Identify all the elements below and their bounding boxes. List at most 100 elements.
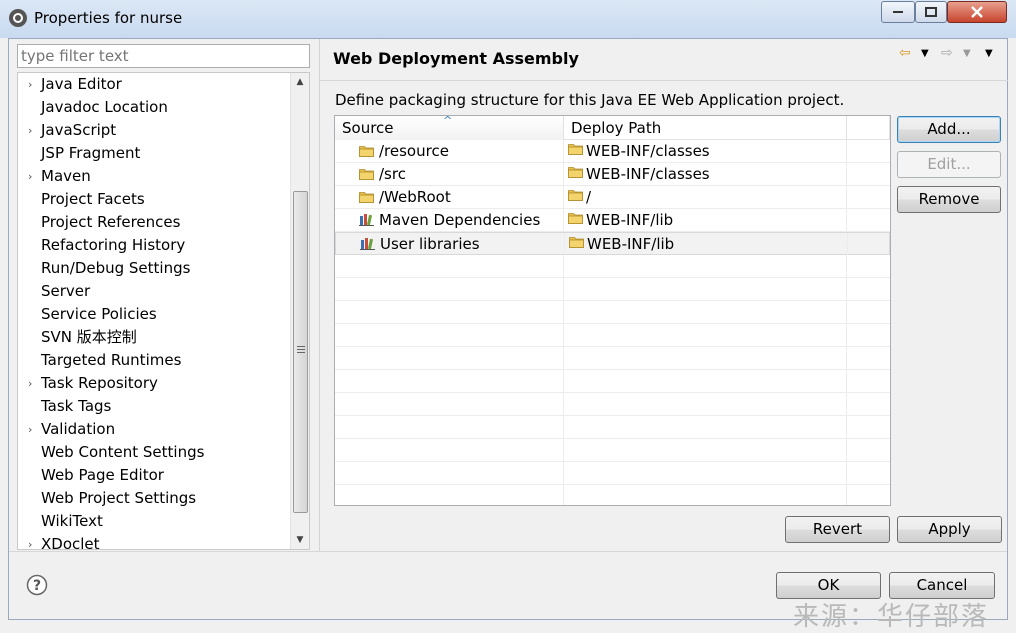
tree-item[interactable]: Web Content Settings: [18, 441, 309, 464]
column-header-filler: [847, 116, 890, 140]
empty-cell: [335, 485, 564, 505]
source-cell: Maven Dependencies: [335, 209, 564, 231]
empty-cell: [335, 439, 564, 461]
empty-cell: [564, 393, 847, 415]
library-icon: [360, 238, 375, 250]
empty-cell: [564, 301, 847, 323]
back-menu-chevron-icon[interactable]: ▼: [921, 48, 929, 59]
scroll-thumb[interactable]: [293, 191, 308, 513]
tree-item[interactable]: SVN 版本控制: [18, 326, 309, 349]
tree-item[interactable]: › Task Repository: [18, 372, 309, 395]
table-row[interactable]: /resource WEB-INF/classes: [335, 140, 890, 163]
scroll-grip-icon: [297, 346, 305, 355]
table-row[interactable]: Maven Dependencies WEB-INF/lib: [335, 209, 890, 232]
tree-item[interactable]: Server: [18, 280, 309, 303]
add-button[interactable]: Add...: [897, 116, 1001, 143]
tree-item[interactable]: Service Policies: [18, 303, 309, 326]
empty-cell: [847, 439, 890, 461]
remove-button[interactable]: Remove: [897, 186, 1001, 213]
empty-cell: [335, 393, 564, 415]
tree-item[interactable]: Web Page Editor: [18, 464, 309, 487]
tree-item[interactable]: › Maven: [18, 165, 309, 188]
source-cell-label: /src: [379, 165, 406, 183]
tree-item[interactable]: Refactoring History: [18, 234, 309, 257]
empty-cell: [564, 416, 847, 438]
tree-item[interactable]: Run/Debug Settings: [18, 257, 309, 280]
empty-cell: [564, 278, 847, 300]
table-row[interactable]: /WebRoot /: [335, 186, 890, 209]
column-header-source-label: Source: [342, 119, 394, 137]
expand-arrow-icon[interactable]: ›: [28, 372, 38, 395]
forward-arrow-icon[interactable]: ⇨: [941, 45, 953, 61]
tree-item[interactable]: Task Tags: [18, 395, 309, 418]
tree-item-label: Java Editor: [41, 75, 122, 93]
svg-text:?: ?: [33, 578, 41, 594]
scroll-down-icon[interactable]: ▼: [291, 531, 309, 549]
empty-cell: [847, 485, 890, 505]
cancel-button[interactable]: Cancel: [889, 572, 995, 599]
expand-arrow-icon[interactable]: ›: [28, 165, 38, 188]
empty-cell: [564, 255, 847, 277]
tree-item[interactable]: JSP Fragment: [18, 142, 309, 165]
revert-button[interactable]: Revert: [785, 516, 890, 543]
expand-arrow-icon[interactable]: ›: [28, 119, 38, 142]
tree-item-label: Web Page Editor: [41, 466, 164, 484]
deploy-path-cell[interactable]: WEB-INF/lib: [565, 233, 848, 255]
tree-item[interactable]: Project References: [18, 211, 309, 234]
tree-item-label: Refactoring History: [41, 236, 186, 254]
deploy-path-cell[interactable]: WEB-INF/classes: [564, 163, 847, 185]
tree-item[interactable]: › JavaScript: [18, 119, 309, 142]
edit-button[interactable]: Edit...: [897, 151, 1001, 178]
view-menu-icon[interactable]: ▼: [985, 48, 993, 59]
tree-item-label: Targeted Runtimes: [41, 351, 182, 369]
back-arrow-icon[interactable]: ⇦: [899, 45, 911, 61]
empty-cell: [335, 462, 564, 484]
empty-cell: [335, 301, 564, 323]
tree-item[interactable]: Javadoc Location: [18, 96, 309, 119]
deploy-path-cell[interactable]: WEB-INF/lib: [564, 209, 847, 231]
filler-cell: [847, 140, 890, 162]
table-row[interactable]: /src WEB-INF/classes: [335, 163, 890, 186]
filter-input[interactable]: [17, 44, 310, 68]
maximize-icon: [925, 7, 937, 17]
help-icon[interactable]: ?: [26, 574, 48, 596]
empty-cell: [847, 370, 890, 392]
tree-item-label: Service Policies: [41, 305, 157, 323]
forward-menu-chevron-icon[interactable]: ▼: [963, 48, 971, 59]
folder-icon: [568, 167, 583, 178]
maximize-button[interactable]: [915, 1, 947, 23]
expand-arrow-icon[interactable]: ›: [28, 73, 38, 96]
scroll-up-icon[interactable]: ▲: [291, 73, 309, 91]
tree-item[interactable]: › Java Editor: [18, 73, 309, 96]
tree-item[interactable]: WikiText: [18, 510, 309, 533]
tree-item[interactable]: › XDoclet: [18, 533, 309, 549]
table-row-empty: [335, 416, 890, 439]
tree-item[interactable]: Web Project Settings: [18, 487, 309, 510]
tree-item[interactable]: Project Facets: [18, 188, 309, 211]
tree-item[interactable]: Targeted Runtimes: [18, 349, 309, 372]
footer-separator: [9, 551, 1007, 552]
empty-cell: [847, 255, 890, 277]
sort-ascending-icon: ^: [443, 115, 453, 127]
tree-item[interactable]: › Validation: [18, 418, 309, 441]
tree-item-label: Web Content Settings: [41, 443, 205, 461]
empty-cell: [847, 462, 890, 484]
deploy-path-cell[interactable]: WEB-INF/classes: [564, 140, 847, 162]
tree-item-label: JavaScript: [41, 121, 117, 139]
table-row[interactable]: User libraries WEB-INF/lib: [335, 232, 890, 255]
dialog-client: ›Java EditorJavadoc Location›JavaScriptJ…: [8, 38, 1008, 620]
pane-divider[interactable]: [319, 39, 320, 551]
table-row-empty: [335, 370, 890, 393]
tree-scrollbar[interactable]: ▲ ▼: [290, 73, 309, 549]
apply-button[interactable]: Apply: [897, 516, 1002, 543]
ok-button[interactable]: OK: [776, 572, 881, 599]
deploy-path-cell[interactable]: /: [564, 186, 847, 208]
column-header-deploy-path[interactable]: Deploy Path: [564, 116, 847, 140]
expand-arrow-icon[interactable]: ›: [28, 533, 38, 549]
column-header-source[interactable]: ^ Source: [335, 116, 564, 140]
expand-arrow-icon[interactable]: ›: [28, 418, 38, 441]
page-description: Define packaging structure for this Java…: [335, 91, 845, 109]
close-button[interactable]: [947, 1, 1007, 23]
header-separator: [320, 80, 1008, 81]
minimize-button[interactable]: [881, 1, 915, 23]
